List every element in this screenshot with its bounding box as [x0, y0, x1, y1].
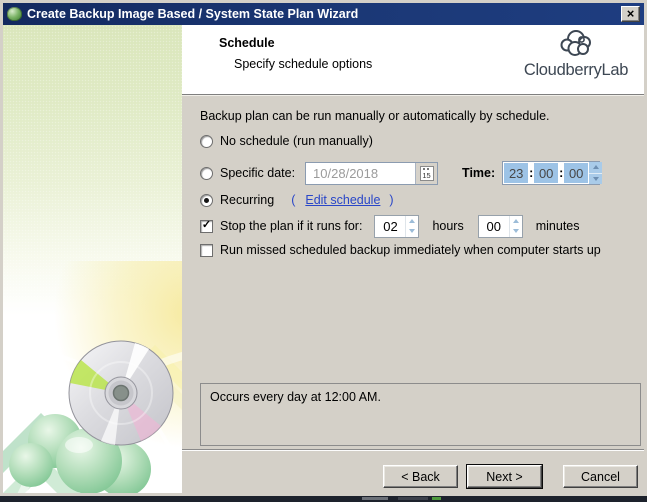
wizard-header: Schedule Specify schedule options Cloudb… [182, 25, 644, 95]
footer-divider [182, 449, 644, 451]
checkmark-icon: ✓ [201, 219, 212, 231]
close-button[interactable]: × [621, 6, 640, 22]
arrow-down-icon [512, 229, 519, 234]
recurring-label: Recurring [220, 193, 275, 207]
main-panel: Schedule Specify schedule options Cloudb… [182, 25, 644, 493]
arrow-up-icon [512, 218, 519, 223]
option-specific-date[interactable]: Specific date: 10/28/2018 15 Time: 23 : … [200, 161, 636, 185]
schedule-summary-panel: Occurs every day at 12:00 AM. [200, 383, 641, 446]
next-button[interactable]: Next > [467, 465, 542, 488]
spin-down-button[interactable] [510, 226, 522, 237]
edit-schedule-paren-open: ( [291, 193, 296, 207]
desktop-artifact [432, 497, 441, 500]
minutes-unit-label: minutes [535, 219, 580, 233]
stop-hours-spinner[interactable]: 02 [374, 214, 420, 238]
intro-text: Backup plan can be run manually or autom… [200, 109, 550, 123]
desktop-artifact [398, 497, 428, 500]
arrow-down-icon [409, 229, 416, 234]
cd-disc-art [68, 340, 174, 446]
time-spinner[interactable]: 23 : 00 : 00 [502, 161, 603, 185]
no-schedule-label: No schedule (run manually) [220, 134, 373, 148]
titlebar[interactable]: Create Backup Image Based / System State… [3, 3, 644, 25]
stop-plan-label: Stop the plan if it runs for: [220, 219, 363, 233]
stop-plan-checkbox[interactable]: ✓ [200, 219, 213, 233]
calendar-picker-button[interactable]: 15 [415, 162, 438, 184]
specific-date-label: Specific date: [220, 166, 296, 180]
arrow-up-icon [409, 218, 416, 223]
brand-name: CloudberryLab [523, 61, 629, 79]
stop-minutes-spinner[interactable]: 00 [477, 214, 523, 238]
time-seconds[interactable]: 00 [564, 163, 589, 183]
cloudberry-logo-icon [560, 30, 591, 56]
bubble-art [9, 443, 53, 487]
desktop-artifact [362, 497, 388, 500]
sidebar-decoration [3, 261, 182, 493]
spin-up-button[interactable] [510, 216, 522, 227]
specific-date-radio[interactable] [200, 166, 213, 180]
stop-hours-value[interactable]: 02 [375, 216, 405, 237]
run-missed-label: Run missed scheduled backup immediately … [220, 243, 601, 257]
stop-minutes-spin-buttons [508, 215, 522, 237]
sidebar-art [3, 25, 182, 493]
time-minutes[interactable]: 00 [534, 163, 559, 183]
date-value[interactable]: 10/28/2018 [306, 163, 415, 184]
time-spin-down-button[interactable] [589, 172, 603, 185]
back-button[interactable]: < Back [383, 465, 458, 488]
spin-up-button[interactable] [406, 216, 418, 227]
date-field[interactable]: 10/28/2018 15 [305, 161, 439, 185]
edit-schedule-link[interactable]: Edit schedule [305, 193, 380, 207]
time-label: Time: [462, 166, 496, 180]
time-spin-buttons [589, 162, 603, 185]
option-stop-plan[interactable]: ✓ Stop the plan if it runs for: 02 hours… [200, 214, 636, 238]
arrow-down-icon [592, 176, 599, 181]
option-run-missed[interactable]: Run missed scheduled backup immediately … [200, 243, 636, 257]
spin-down-button[interactable] [406, 226, 418, 237]
time-hours[interactable]: 23 [504, 163, 529, 183]
bubble-highlight [65, 437, 93, 453]
stop-minutes-value[interactable]: 00 [479, 216, 509, 237]
close-icon: × [626, 5, 635, 21]
option-recurring[interactable]: Recurring ( Edit schedule ) [200, 193, 636, 207]
wizard-window: Create Backup Image Based / System State… [0, 0, 647, 496]
stop-hours-spin-buttons [405, 215, 418, 237]
cancel-button[interactable]: Cancel [563, 465, 638, 488]
brand: CloudberryLab [518, 28, 634, 80]
desktop-background [0, 496, 647, 502]
hours-unit-label: hours [432, 219, 464, 233]
app-icon [7, 7, 22, 21]
schedule-summary-text: Occurs every day at 12:00 AM. [210, 390, 381, 404]
arrow-up-icon [592, 165, 599, 170]
calendar-icon: 15 [419, 165, 434, 181]
option-no-schedule[interactable]: No schedule (run manually) [200, 134, 636, 148]
window-title: Create Backup Image Based / System State… [27, 7, 359, 21]
no-schedule-radio[interactable] [200, 134, 213, 148]
run-missed-checkbox[interactable] [200, 243, 213, 257]
time-spin-up-button[interactable] [589, 162, 602, 173]
edit-schedule-paren-close: ) [389, 193, 394, 207]
recurring-radio[interactable] [200, 193, 213, 207]
